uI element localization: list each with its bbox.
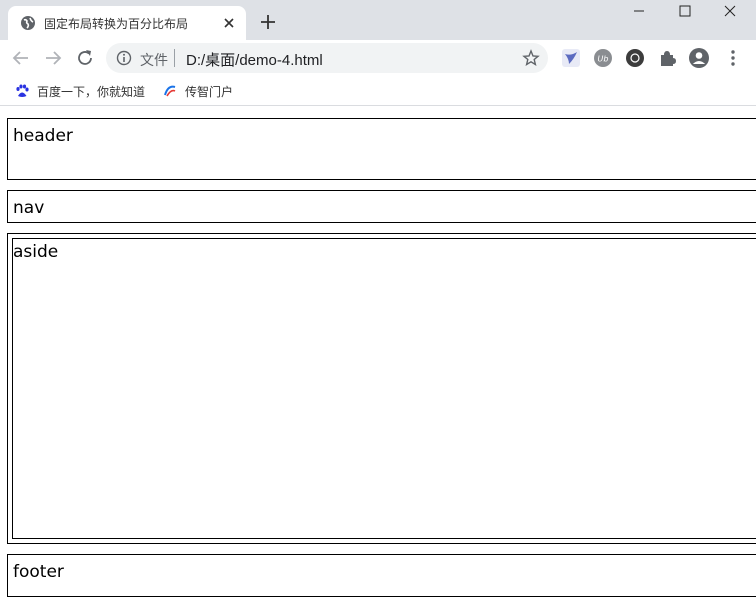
chuanzhi-logo-icon — [164, 85, 176, 97]
address-bar[interactable]: 文件 D:/桌面/demo-4.html — [106, 43, 548, 73]
baidu-paw-icon — [16, 84, 29, 97]
new-tab-plus-icon[interactable] — [258, 12, 278, 32]
file-label: 文件 — [140, 52, 168, 68]
footer-box: footer — [7, 554, 756, 597]
nav-label: nav — [13, 198, 45, 218]
extension-dark-icon[interactable] — [624, 47, 646, 69]
window-close-icon[interactable] — [708, 0, 754, 30]
url-text[interactable]: D:/桌面/demo-4.html — [186, 49, 323, 70]
bookmark-chuanzhi[interactable]: 传智门户 — [162, 82, 233, 100]
browser-toolbar: 文件 D:/桌面/demo-4.html Ub — [0, 40, 756, 76]
forward-arrow-icon[interactable] — [42, 47, 64, 69]
tab-active[interactable]: 固定布局转换为百分比布局 — [8, 6, 246, 40]
page-viewport: header nav aside footer — [0, 107, 756, 602]
aside-label: aside — [13, 242, 59, 262]
svg-text:Ub: Ub — [598, 55, 609, 64]
bookmark-baidu[interactable]: 百度一下，你就知道 — [14, 82, 145, 100]
tab-title: 固定布局转换为百分比布局 — [44, 17, 189, 31]
back-arrow-icon[interactable] — [10, 47, 32, 69]
maximize-icon[interactable] — [662, 0, 708, 30]
star-icon[interactable] — [522, 49, 540, 67]
separator — [174, 49, 175, 67]
bookmarks-bar: 百度一下，你就知道 传智门户 — [0, 76, 756, 106]
more-menu-icon[interactable] — [722, 47, 744, 69]
puzzle-icon[interactable] — [656, 47, 678, 69]
header-label: header — [13, 126, 73, 146]
bookmark-label: 百度一下，你就知道 — [37, 84, 146, 99]
footer-label: footer — [13, 562, 64, 582]
profile-avatar-icon[interactable] — [688, 47, 710, 69]
title-bar: 固定布局转换为百分比布局 — [0, 0, 756, 40]
info-icon[interactable] — [116, 50, 132, 66]
nav-box: nav — [7, 190, 756, 223]
main-box: aside — [7, 233, 756, 544]
minimize-icon[interactable] — [616, 0, 662, 30]
header-box: header — [7, 118, 756, 180]
aside-box: aside — [12, 238, 756, 539]
extension-ub-icon[interactable]: Ub — [592, 47, 614, 69]
globe-icon — [21, 16, 35, 30]
extension-bird-icon[interactable] — [560, 47, 582, 69]
reload-icon[interactable] — [74, 47, 96, 69]
close-icon[interactable] — [220, 14, 238, 32]
bookmark-label: 传智门户 — [185, 84, 234, 99]
